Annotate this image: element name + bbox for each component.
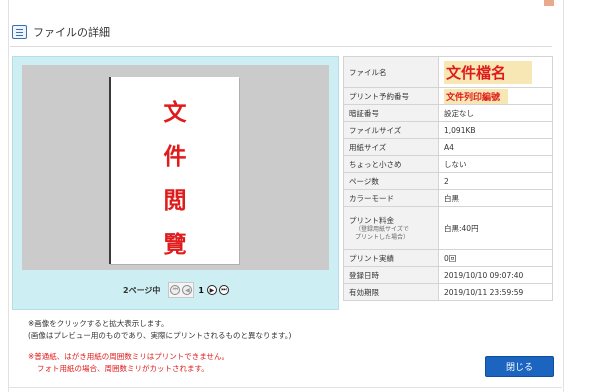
last-page-icon[interactable]: ⏭ xyxy=(218,285,229,295)
doc-char: 閲 xyxy=(163,188,187,214)
table-row: ページ数 2 xyxy=(343,172,553,190)
detail-value: 白黒:40円 xyxy=(438,206,553,250)
print-margin-warning-1: ※普通紙、はがき用紙の周囲数ミリはプリントできません。 xyxy=(28,352,230,361)
detail-key: ちょっと小さめ xyxy=(343,155,439,173)
table-row: ファイルサイズ 1,091KB xyxy=(343,121,553,139)
print-margin-warning-2: フォト用紙の場合、周囲数ミリがカットされます。 xyxy=(37,364,209,373)
table-row: ちょっと小さめ しない xyxy=(343,155,553,173)
page-navigator: 2ページ中 ⏮ ◀ 1 ▶ ⏭ xyxy=(13,282,340,298)
detail-value: 2019/10/10 09:07:40 xyxy=(438,266,553,284)
page-title: ファイルの詳細 xyxy=(33,26,110,39)
detail-value: 2019/10/11 23:59:59 xyxy=(438,283,553,301)
preview-canvas[interactable]: 文 件 閲 覽 xyxy=(22,65,329,270)
table-row: プリント料金 （登録用紙サイズで プリントした場合） 白黒:40円 xyxy=(343,206,553,250)
preview-note-2: (画像はプレビュー用のものであり、実際にプリントされるものと異なります。) xyxy=(28,331,292,340)
detail-key: ページ数 xyxy=(343,172,439,190)
detail-key: 暗証番号 xyxy=(343,104,439,122)
next-page-icon[interactable]: ▶ xyxy=(206,285,217,295)
detail-value: 白黒 xyxy=(438,189,553,207)
detail-value: 0回 xyxy=(438,249,553,267)
doc-char: 文 xyxy=(163,100,187,126)
bottom-divider xyxy=(9,387,562,388)
file-details-icon xyxy=(12,25,27,39)
detail-key: 用紙サイズ xyxy=(343,138,439,156)
close-button[interactable]: 閉じる xyxy=(485,356,554,377)
file-details-table: ファイル名 文件檔名 プリント予約番号 文件列印編號 暗証番号 設定なし ファイ… xyxy=(343,56,553,301)
dialog-header: ファイルの詳細 xyxy=(12,24,110,40)
detail-key: カラーモード xyxy=(343,189,439,207)
detail-key: 有効期限 xyxy=(343,283,439,301)
preview-document-text: 文 件 閲 覽 xyxy=(111,91,239,267)
table-row: プリント予約番号 文件列印編號 xyxy=(343,87,553,105)
prev-page-icon[interactable]: ◀ xyxy=(182,285,193,295)
detail-value: 文件列印編號 xyxy=(438,87,553,105)
page-count-label: 2ページ中 xyxy=(123,285,161,295)
detail-value: 設定なし xyxy=(438,104,553,122)
table-row: 暗証番号 設定なし xyxy=(343,104,553,122)
table-row: 登録日時 2019/10/10 09:07:40 xyxy=(343,266,553,284)
first-page-icon[interactable]: ⏮ xyxy=(170,285,181,295)
first-prev-group: ⏮ ◀ xyxy=(168,282,195,298)
detail-key-label: プリント料金 xyxy=(349,215,394,225)
preview-page-image[interactable]: 文 件 閲 覽 xyxy=(109,77,239,264)
table-row: ファイル名 文件檔名 xyxy=(343,56,553,88)
table-row: カラーモード 白黒 xyxy=(343,189,553,207)
doc-char: 件 xyxy=(163,144,187,170)
detail-value: 1,091KB xyxy=(438,121,553,139)
detail-key: 登録日時 xyxy=(343,266,439,284)
detail-key: ファイルサイズ xyxy=(343,121,439,139)
detail-key: ファイル名 xyxy=(343,56,439,88)
print-number-value: 文件列印編號 xyxy=(444,88,509,104)
table-row: 有効期限 2019/10/11 23:59:59 xyxy=(343,283,553,301)
detail-key-note: プリントした場合） xyxy=(355,233,410,241)
header-divider xyxy=(10,46,552,47)
doc-char: 覽 xyxy=(163,232,187,258)
detail-value: 文件檔名 xyxy=(438,56,553,88)
file-name-value: 文件檔名 xyxy=(444,60,533,84)
table-row: プリント実績 0回 xyxy=(343,249,553,267)
table-row: 用紙サイズ A4 xyxy=(343,138,553,156)
preview-panel: 文 件 閲 覽 2ページ中 ⏮ ◀ 1 ▶ ⏭ xyxy=(12,56,339,310)
detail-key: プリント予約番号 xyxy=(343,87,439,105)
detail-key-note: （登録用紙サイズで xyxy=(355,225,409,233)
detail-value: A4 xyxy=(438,138,553,156)
top-accent-mark xyxy=(544,0,554,6)
detail-value: しない xyxy=(438,155,553,173)
preview-note-1: ※画像をクリックすると拡大表示します。 xyxy=(28,319,169,328)
detail-key: プリント実績 xyxy=(343,249,439,267)
detail-value: 2 xyxy=(438,172,553,190)
current-page-number: 1 xyxy=(198,285,204,295)
detail-key: プリント料金 （登録用紙サイズで プリントした場合） xyxy=(343,206,439,250)
